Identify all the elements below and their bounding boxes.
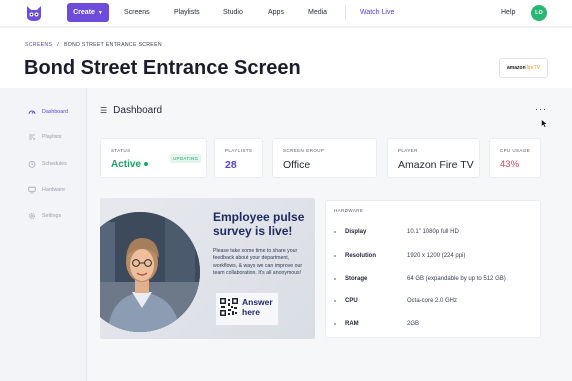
nav-apps[interactable]: Apps — [268, 9, 284, 16]
sidebar: Dashboard Playlists Schedules Hardware S… — [0, 88, 87, 381]
gauge-icon — [28, 110, 36, 115]
top-nav: Create ▼ Screens Playlists Studio Apps M… — [0, 0, 572, 27]
menu-icon[interactable]: ☰ — [100, 106, 107, 115]
hardware-key: Resolution — [345, 253, 376, 259]
sidebar-item-label: Dashboard — [42, 109, 68, 115]
page-title: Bond Street Entrance Screen — [24, 57, 301, 79]
nav-screens[interactable]: Screens — [124, 9, 150, 16]
player-label: PLAYER — [398, 148, 418, 153]
cpu-usage-label: CPU USAGE — [500, 148, 531, 153]
amazon-fire-tv-logo: amazon fireTV — [499, 58, 548, 78]
sidebar-item-hardware[interactable]: Hardware — [28, 184, 65, 196]
hardware-card: HARDWARE Display 10.1" 1080p full HD Reso… — [325, 200, 541, 338]
hardware-key: Display — [345, 229, 367, 235]
create-label: Create — [73, 9, 95, 16]
hardware-key: CPU — [345, 298, 358, 304]
cpu-usage-value: 43% — [500, 159, 520, 170]
watch-live-link[interactable]: Watch Live — [360, 9, 394, 16]
screen-group-value: Office — [283, 159, 311, 171]
more-options-button[interactable]: ··· — [535, 104, 547, 114]
gear-icon — [29, 213, 35, 219]
bullet-icon — [334, 300, 336, 302]
hardware-key: RAM — [345, 321, 359, 327]
answer-text: Answer here — [242, 297, 273, 317]
playlists-value: 28 — [225, 159, 237, 171]
screen-preview[interactable]: Employee pulse survey is live! Please ta… — [100, 198, 315, 339]
sidebar-item-playlists[interactable]: Playlists — [28, 131, 61, 143]
playlists-label: PLAYLISTS — [225, 148, 253, 153]
hardware-value: Octa-core 2.0 GHz — [407, 298, 458, 304]
answer-line-1: Answer — [242, 297, 273, 307]
screen-group-label: SCREEN GROUP — [283, 148, 325, 153]
logo-suffix: fireTV — [526, 65, 540, 71]
qr-code-icon — [219, 297, 239, 317]
breadcrumb-screens-link[interactable]: SCREENS — [25, 42, 52, 48]
status-label: STATUS — [111, 148, 131, 153]
hardware-key: Storage — [345, 276, 368, 282]
dashboard-header: ☰ Dashboard — [100, 105, 162, 116]
nav-divider — [345, 5, 346, 21]
hardware-title: HARDWARE — [334, 208, 364, 213]
screen-group-card[interactable]: SCREEN GROUP Office — [272, 138, 377, 178]
bullet-icon — [334, 323, 336, 325]
sidebar-item-label: Hardware — [42, 187, 65, 193]
promo-body: Please take some time to share your feed… — [213, 248, 303, 277]
nav-playlists[interactable]: Playlists — [174, 9, 200, 16]
sidebar-item-dashboard[interactable]: Dashboard — [28, 106, 68, 118]
answer-line-2: here — [242, 307, 260, 317]
create-button[interactable]: Create ▼ — [67, 3, 109, 22]
person-illustration — [100, 212, 200, 332]
help-link[interactable]: Help — [501, 9, 515, 16]
dashboard-panel: ☰ Dashboard ··· STATUS Active UPDATING P… — [88, 88, 572, 381]
hardware-value: 64 GB (expandable by up to 512 GB) — [407, 276, 506, 282]
employee-photo — [100, 212, 200, 332]
hardware-row: RAM 2GB — [334, 319, 534, 329]
monitor-icon — [28, 186, 36, 194]
sidebar-item-settings[interactable]: Settings — [28, 210, 61, 222]
page-header: SCREENS / BOND STREET ENTRANCE SCREEN Bo… — [0, 28, 572, 88]
nav-studio[interactable]: Studio — [223, 9, 243, 16]
breadcrumb: SCREENS / BOND STREET ENTRANCE SCREEN — [25, 42, 162, 48]
answer-here-cta: Answer here — [215, 292, 279, 326]
player-card: PLAYER Amazon Fire TV — [387, 138, 480, 178]
hardware-value: 1920 x 1200 (224 ppi) — [407, 253, 466, 259]
status-card: STATUS Active UPDATING — [100, 138, 207, 178]
hardware-row: Resolution 1920 x 1200 (224 ppi) — [334, 251, 534, 261]
status-value: Active — [111, 159, 149, 170]
app-logo-icon[interactable] — [24, 4, 44, 23]
hardware-value: 2GB — [407, 321, 420, 327]
logo-brand: amazon — [507, 65, 526, 71]
user-avatar[interactable]: LO — [531, 5, 547, 21]
breadcrumb-separator: / — [57, 42, 59, 48]
bullet-icon — [334, 231, 336, 233]
status-text: Active — [111, 159, 142, 170]
sidebar-item-label: Settings — [42, 213, 62, 219]
sidebar-item-label: Schedules — [42, 161, 67, 167]
status-dot-icon — [144, 162, 149, 167]
hardware-row: CPU Octa-core 2.0 GHz — [334, 296, 534, 306]
hardware-row: Storage 64 GB (expandable by up to 512 GB… — [334, 274, 534, 284]
player-value: Amazon Fire TV — [398, 159, 474, 171]
cpu-usage-card: CPU USAGE 43% — [489, 138, 541, 178]
playlists-card[interactable]: PLAYLISTS 28 — [214, 138, 263, 178]
bullet-icon — [334, 278, 336, 280]
nav-media[interactable]: Media — [308, 9, 327, 16]
updating-badge: UPDATING — [170, 154, 202, 163]
dashboard-title: Dashboard — [113, 105, 163, 116]
chevron-down-icon: ▼ — [97, 9, 103, 16]
promo-title: Employee pulse survey is live! — [213, 210, 305, 238]
mouse-cursor-icon — [541, 119, 548, 128]
hardware-row: Display 10.1" 1080p full HD — [334, 227, 534, 237]
sidebar-item-label: Playlists — [42, 134, 62, 140]
breadcrumb-current: BOND STREET ENTRANCE SCREEN — [63, 42, 162, 48]
bullet-icon — [334, 255, 336, 257]
playlist-icon — [29, 134, 36, 140]
hardware-value: 10.1" 1080p full HD — [407, 229, 459, 235]
clock-icon — [28, 161, 36, 168]
sidebar-item-schedules[interactable]: Schedules — [28, 158, 67, 170]
